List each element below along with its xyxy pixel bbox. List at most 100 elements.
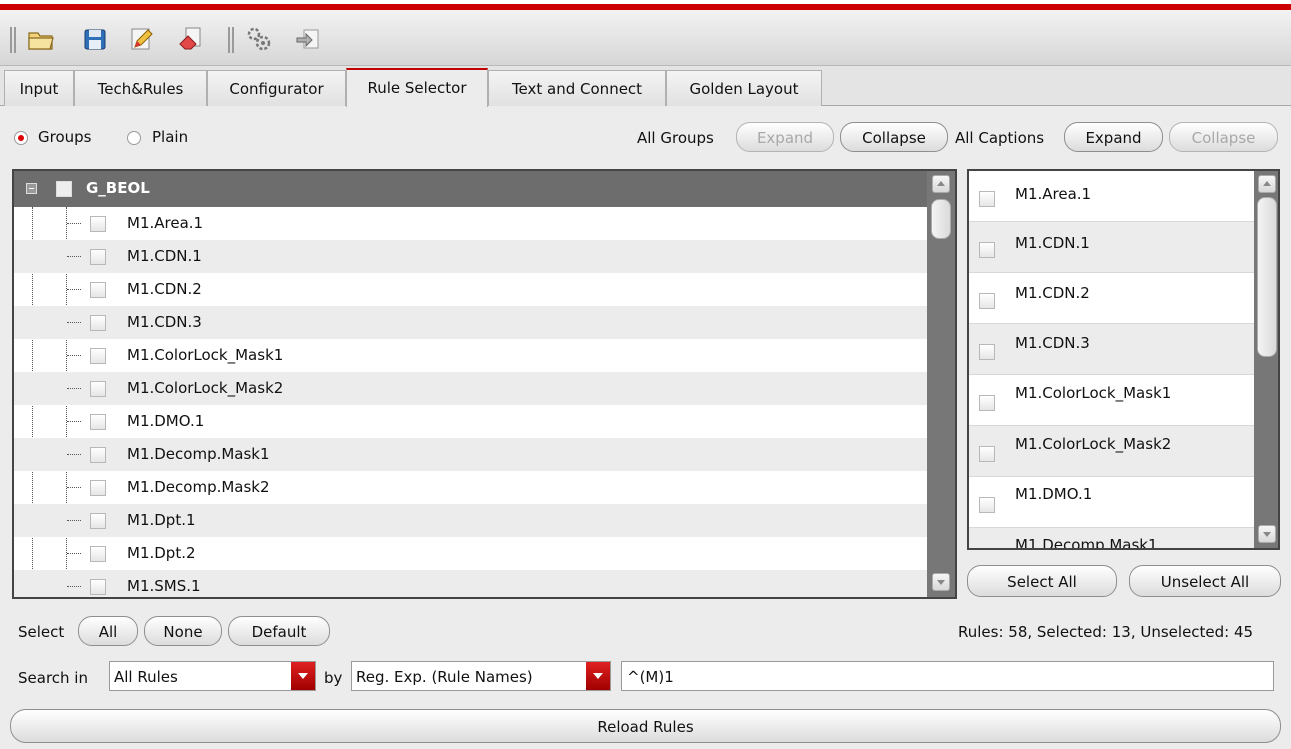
list-item-checkbox[interactable] bbox=[979, 191, 995, 207]
item-checkbox[interactable] bbox=[90, 513, 106, 529]
tree-item[interactable]: M1.SMS.1 bbox=[14, 570, 927, 597]
plain-radio-label[interactable]: Plain bbox=[152, 128, 188, 146]
tab-tech-rules[interactable]: Tech&Rules bbox=[74, 70, 207, 106]
tree-item[interactable]: M1.CDN.1 bbox=[14, 240, 927, 273]
group-checkbox[interactable] bbox=[56, 181, 72, 197]
groups-radio[interactable] bbox=[14, 131, 28, 145]
list-item[interactable]: M1.CDN.3 bbox=[969, 324, 1254, 375]
tree-item[interactable]: M1.Decomp.Mask2 bbox=[14, 471, 927, 504]
tree-item[interactable]: M1.DMO.1 bbox=[14, 405, 927, 438]
tree-item[interactable]: M1.ColorLock_Mask1 bbox=[14, 339, 927, 372]
item-label: M1.Decomp.Mask2 bbox=[127, 478, 270, 496]
list-item-checkbox[interactable] bbox=[979, 395, 995, 411]
list-item-label: M1.Decomp.Mask1 bbox=[1015, 536, 1158, 550]
select-label: Select bbox=[18, 623, 65, 641]
list-item[interactable]: M1.ColorLock_Mask2 bbox=[969, 426, 1254, 477]
tree-item[interactable]: M1.Decomp.Mask1 bbox=[14, 438, 927, 471]
select-none-button[interactable]: None bbox=[144, 616, 222, 646]
list-item[interactable]: M1.Area.1 bbox=[969, 171, 1254, 222]
list-item-checkbox[interactable] bbox=[979, 293, 995, 309]
search-scope-select[interactable]: All Rules bbox=[109, 661, 316, 691]
scroll-up-icon[interactable] bbox=[1258, 175, 1276, 193]
collapse-toggle-icon[interactable] bbox=[26, 183, 37, 194]
rule-caption-list[interactable]: M1.Area.1 M1.CDN.1 M1.CDN.2 M1.CDN.3 M1.… bbox=[967, 169, 1280, 550]
tree-item[interactable]: M1.Area.1 bbox=[14, 207, 927, 240]
select-all-button[interactable]: Select All bbox=[967, 565, 1117, 597]
list-item[interactable]: M1.Decomp.Mask1 bbox=[969, 528, 1254, 550]
captions-expand-button[interactable]: Expand bbox=[1064, 122, 1163, 152]
select-all-rules-button[interactable]: All bbox=[78, 616, 138, 646]
chevron-down-icon[interactable] bbox=[586, 662, 610, 690]
item-checkbox[interactable] bbox=[90, 480, 106, 496]
tree-item[interactable]: M1.CDN.2 bbox=[14, 273, 927, 306]
list-item-checkbox[interactable] bbox=[979, 446, 995, 462]
reload-rules-button[interactable]: Reload Rules bbox=[10, 709, 1281, 743]
plain-radio[interactable] bbox=[127, 131, 141, 145]
scroll-down-icon[interactable] bbox=[932, 573, 950, 591]
search-mode-select[interactable]: Reg. Exp. (Rule Names) bbox=[351, 661, 611, 691]
list-item[interactable]: M1.ColorLock_Mask1 bbox=[969, 375, 1254, 426]
list-item-checkbox[interactable] bbox=[979, 344, 995, 360]
export-icon[interactable] bbox=[293, 24, 323, 54]
scroll-down-icon[interactable] bbox=[1258, 525, 1276, 543]
eraser-icon[interactable] bbox=[176, 24, 206, 54]
scroll-up-icon[interactable] bbox=[932, 175, 950, 193]
item-label: M1.Area.1 bbox=[127, 214, 204, 232]
tree-group-row[interactable]: G_BEOL bbox=[14, 171, 927, 207]
groups-expand-button[interactable]: Expand bbox=[736, 122, 834, 152]
item-checkbox[interactable] bbox=[90, 282, 106, 298]
item-checkbox[interactable] bbox=[90, 414, 106, 430]
item-checkbox[interactable] bbox=[90, 315, 106, 331]
chevron-down-icon[interactable] bbox=[291, 662, 315, 690]
tab-input[interactable]: Input bbox=[4, 70, 74, 106]
list-scrollbar[interactable] bbox=[1254, 171, 1278, 548]
scroll-thumb[interactable] bbox=[1257, 197, 1277, 357]
search-input[interactable]: ^(M)1 bbox=[621, 661, 1274, 691]
save-icon[interactable] bbox=[80, 24, 110, 54]
unselect-all-button[interactable]: Unselect All bbox=[1129, 565, 1281, 597]
item-checkbox[interactable] bbox=[90, 216, 106, 232]
item-label: M1.DMO.1 bbox=[127, 412, 205, 430]
item-checkbox[interactable] bbox=[90, 348, 106, 364]
item-label: M1.Decomp.Mask1 bbox=[127, 445, 270, 463]
list-item-checkbox[interactable] bbox=[979, 497, 995, 513]
list-item-checkbox[interactable] bbox=[979, 242, 995, 258]
captions-collapse-button[interactable]: Collapse bbox=[1169, 122, 1278, 152]
groups-collapse-button[interactable]: Collapse bbox=[840, 122, 948, 152]
list-item[interactable]: M1.DMO.1 bbox=[969, 477, 1254, 528]
tab-configurator[interactable]: Configurator bbox=[207, 70, 346, 106]
tab-rule-selector[interactable]: Rule Selector bbox=[346, 68, 488, 107]
item-checkbox[interactable] bbox=[90, 546, 106, 562]
title-accent-bar bbox=[0, 0, 1291, 10]
toolbar-separator bbox=[228, 27, 236, 53]
toolbar-grip[interactable] bbox=[10, 27, 18, 53]
list-item-checkbox[interactable] bbox=[979, 548, 995, 550]
list-item-label: M1.CDN.3 bbox=[1015, 334, 1090, 352]
rule-tree[interactable]: G_BEOL M1.Area.1 M1.CDN.1 M1.CDN.2 M1.CD… bbox=[12, 169, 957, 599]
toolbar bbox=[0, 10, 1291, 66]
list-item[interactable]: M1.CDN.2 bbox=[969, 273, 1254, 324]
tab-text-and-connect[interactable]: Text and Connect bbox=[488, 70, 666, 106]
tree-item[interactable]: M1.CDN.3 bbox=[14, 306, 927, 339]
scroll-thumb[interactable] bbox=[931, 199, 951, 239]
item-checkbox[interactable] bbox=[90, 579, 106, 595]
edit-icon[interactable] bbox=[126, 24, 156, 54]
item-label: M1.CDN.2 bbox=[127, 280, 202, 298]
tab-golden-layout[interactable]: Golden Layout bbox=[666, 70, 822, 106]
settings-icon[interactable] bbox=[244, 24, 274, 54]
select-default-button[interactable]: Default bbox=[228, 616, 330, 646]
tree-scrollbar[interactable] bbox=[927, 171, 955, 597]
open-folder-icon[interactable] bbox=[26, 24, 56, 54]
tree-item[interactable]: M1.Dpt.1 bbox=[14, 504, 927, 537]
item-checkbox[interactable] bbox=[90, 381, 106, 397]
item-label: M1.Dpt.1 bbox=[127, 511, 196, 529]
item-checkbox[interactable] bbox=[90, 249, 106, 265]
list-item[interactable]: M1.CDN.1 bbox=[969, 222, 1254, 273]
item-label: M1.ColorLock_Mask2 bbox=[127, 379, 284, 397]
all-captions-label: All Captions bbox=[955, 129, 1045, 147]
all-groups-label: All Groups bbox=[637, 129, 714, 147]
groups-radio-label[interactable]: Groups bbox=[38, 128, 91, 146]
item-checkbox[interactable] bbox=[90, 447, 106, 463]
tree-item[interactable]: M1.Dpt.2 bbox=[14, 537, 927, 570]
tree-item[interactable]: M1.ColorLock_Mask2 bbox=[14, 372, 927, 405]
